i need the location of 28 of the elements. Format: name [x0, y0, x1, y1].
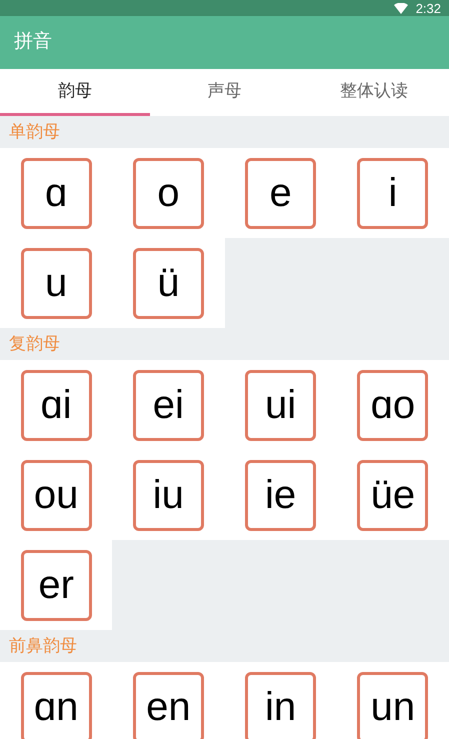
pinyin-card[interactable]: en: [132, 672, 204, 739]
tab[interactable]: 整体认读: [299, 69, 449, 116]
pinyin-card[interactable]: i: [357, 158, 428, 228]
pinyin-card[interactable]: ɑi: [20, 370, 92, 440]
pinyin-card[interactable]: un: [357, 672, 428, 739]
pinyin-card[interactable]: in: [245, 672, 316, 739]
section-title: 前鼻韵母: [9, 635, 77, 658]
pinyin-card[interactable]: e: [245, 158, 316, 228]
wifi-icon: [394, 2, 408, 14]
tab[interactable]: 韵母: [0, 69, 150, 116]
pinyin-card[interactable]: ou: [20, 460, 92, 530]
pinyin-card[interactable]: ei: [132, 370, 204, 440]
status-time: 2:32: [416, 2, 441, 14]
pinyin-card[interactable]: o: [132, 158, 204, 228]
pinyin-card[interactable]: ɑo: [357, 370, 428, 440]
app-title: 拼音: [14, 30, 52, 54]
pinyin-card[interactable]: u: [20, 248, 92, 318]
pinyin-card[interactable]: üe: [357, 460, 428, 530]
section-title: 复韵母: [9, 333, 60, 356]
tab[interactable]: 声母: [150, 69, 300, 116]
pinyin-card[interactable]: ü: [132, 248, 204, 318]
pinyin-card[interactable]: ie: [245, 460, 316, 530]
section-title: 单韵母: [9, 121, 60, 144]
pinyin-card[interactable]: ui: [245, 370, 316, 440]
pinyin-card[interactable]: er: [20, 550, 92, 620]
pinyin-card[interactable]: ɑn: [20, 672, 92, 739]
pinyin-card[interactable]: ɑ: [20, 158, 92, 228]
pinyin-card[interactable]: iu: [132, 460, 204, 530]
